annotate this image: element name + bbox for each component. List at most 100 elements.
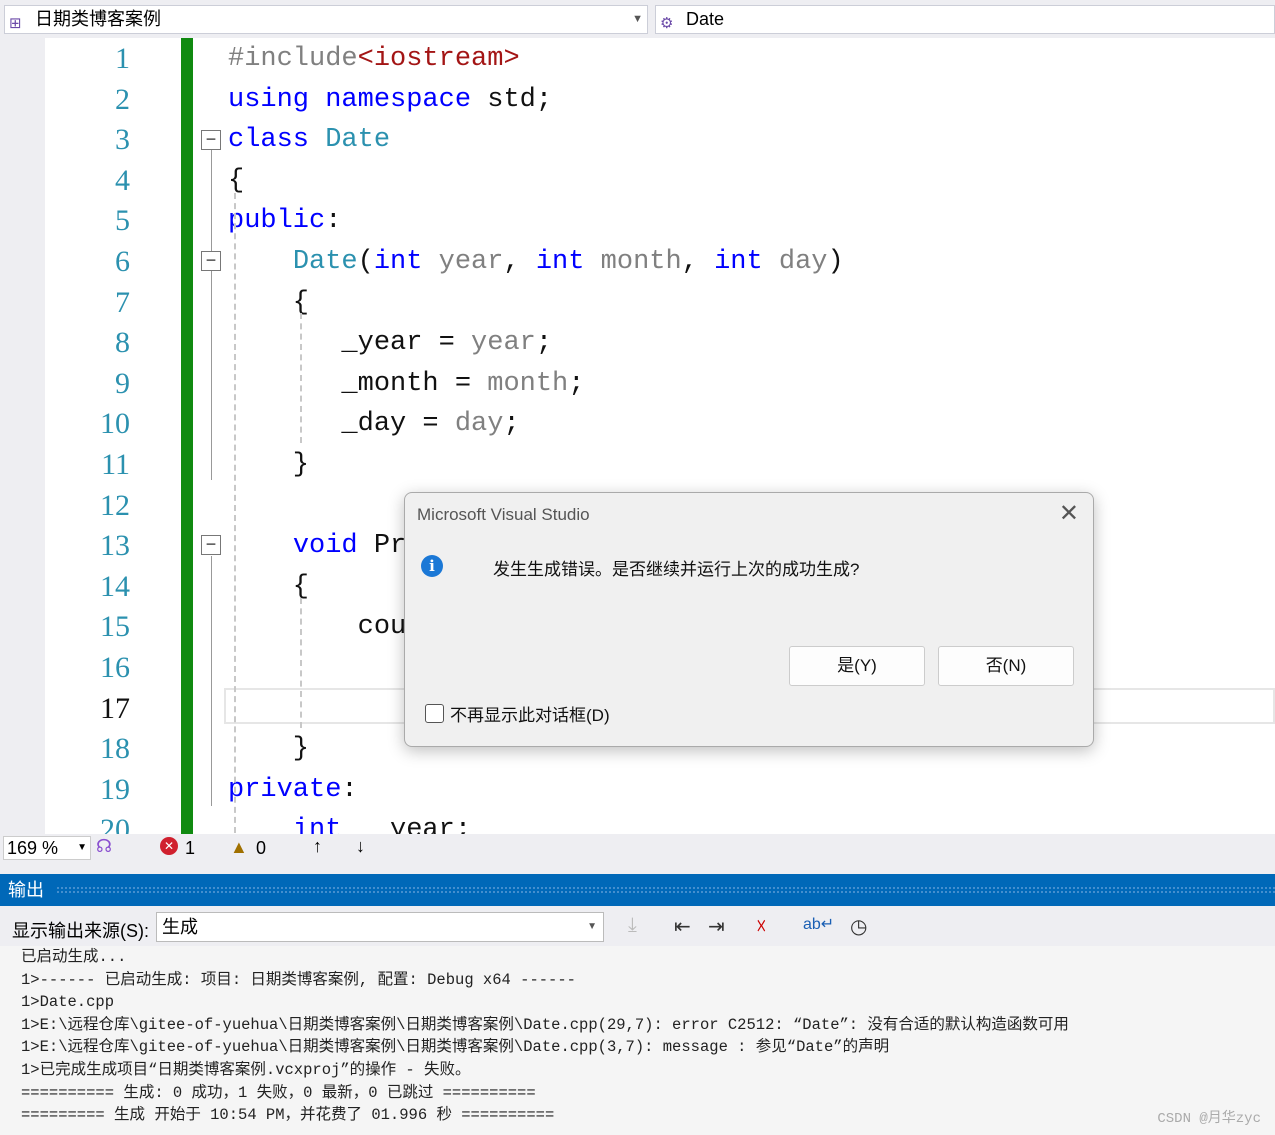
code-token: int [535, 247, 585, 277]
code-token: : [325, 206, 342, 237]
code-token: ; [568, 368, 585, 399]
goto-location-icon[interactable]: ⤓ [628, 914, 637, 937]
code-token: private [228, 774, 342, 805]
checkbox-box[interactable] [425, 704, 444, 723]
next-message-icon[interactable]: ⇥ [708, 914, 725, 939]
code-line[interactable]: _year = year; [228, 328, 552, 358]
line-number: 9 [115, 366, 130, 400]
outline-line [211, 556, 212, 806]
message-dialog: Microsoft Visual Studio ✕ i 发生生成错误。是否继续并… [404, 492, 1094, 747]
code-token: , [681, 247, 715, 277]
word-wrap-icon[interactable]: ab↵ [803, 914, 834, 934]
arrow-up-icon[interactable]: ↑ [313, 836, 322, 857]
code-line[interactable]: cou [228, 612, 407, 643]
code-line[interactable]: { [228, 288, 309, 318]
no-button[interactable]: 否(N) [938, 646, 1074, 686]
project-dropdown[interactable]: ⊞ 日期类博客案例 ▼ [4, 5, 648, 34]
code-token: } [228, 450, 310, 480]
code-line[interactable]: _month = month; [228, 369, 584, 399]
code-token: cou [228, 612, 407, 643]
yes-button[interactable]: 是(Y) [789, 646, 925, 686]
code-token: void [292, 531, 358, 562]
collapse-toggle[interactable]: − [201, 130, 221, 150]
indent-guide [300, 313, 302, 443]
code-token: _year; [341, 815, 472, 834]
code-line[interactable]: } [228, 450, 309, 480]
code-line[interactable]: using namespace std; [228, 85, 552, 115]
code-line[interactable]: void Pr [228, 531, 406, 561]
error-icon[interactable]: ✕ [160, 837, 178, 855]
line-number: 18 [100, 732, 130, 766]
code-line[interactable]: _day = day; [228, 409, 520, 440]
code-line[interactable]: public: [228, 206, 341, 236]
code-token: int [714, 247, 763, 277]
output-panel-title: 输出 [0, 874, 1275, 906]
code-token: public [228, 206, 326, 237]
indent-guide [300, 598, 302, 728]
previous-message-icon[interactable]: ⇤ [674, 914, 691, 939]
code-token: std; [471, 84, 553, 115]
line-number: 12 [100, 488, 130, 522]
code-line[interactable]: { [228, 166, 244, 196]
code-token: month [600, 247, 682, 277]
code-token: <iostream> [357, 44, 520, 74]
code-token: ) [827, 247, 844, 277]
line-number: 19 [100, 772, 130, 806]
code-line[interactable]: #include<iostream> [228, 44, 520, 74]
warning-icon[interactable]: ▲ [230, 837, 248, 858]
code-token: class [228, 125, 310, 156]
line-number: 20 [100, 813, 130, 834]
output-source-select[interactable]: 生成 ▼ [156, 912, 604, 942]
output-text[interactable]: 已启动生成... 1>------ 已启动生成: 项目: 日期类博客案例, 配置:… [0, 946, 1275, 1135]
outline-line [211, 150, 212, 480]
line-number: 1 [115, 42, 130, 75]
code-line[interactable]: int _year; [228, 815, 471, 834]
collapse-toggle[interactable]: − [201, 535, 221, 555]
code-line[interactable]: { [228, 572, 309, 602]
zoom-dropdown[interactable]: 169 % ▼ [3, 836, 91, 860]
line-number: 14 [100, 569, 130, 603]
code-token: : [341, 774, 358, 805]
output-line: 已启动生成... [21, 948, 127, 966]
collapse-toggle[interactable]: − [201, 251, 221, 271]
code-line[interactable]: } [228, 734, 309, 764]
dont-show-again-checkbox[interactable]: 不再显示此对话框(D) [425, 701, 610, 726]
line-number: 4 [115, 163, 130, 197]
output-line: ========== 生成: 0 成功，1 失败，0 最新，0 已跳过 ====… [21, 1083, 536, 1102]
close-icon[interactable]: ✕ [1059, 499, 1079, 528]
output-line: 1>已完成生成项目“日期类博客案例.vcxproj”的操作 - 失败。 [21, 1060, 471, 1079]
code-token: { [228, 571, 310, 602]
intellicode-icon[interactable]: ☊ [96, 836, 112, 857]
code-line[interactable]: class Date [228, 125, 390, 155]
code-token: Date [325, 125, 391, 156]
code-token: year [471, 328, 536, 359]
code-line[interactable]: private: [228, 775, 358, 805]
code-token: _year = [228, 328, 472, 359]
code-token: _day = [228, 409, 455, 440]
project-icon: ⊞ [9, 15, 22, 32]
change-tracking-bar [181, 38, 193, 834]
member-dropdown[interactable]: ⚙ Date [655, 5, 1275, 34]
line-number: 3 [115, 123, 130, 157]
code-token: month [487, 368, 569, 399]
code-token: year [438, 247, 504, 277]
line-number: 6 [115, 245, 130, 278]
code-token: Date [292, 247, 358, 277]
clear-all-icon[interactable]: ☓ [756, 914, 767, 939]
line-number: 11 [101, 448, 130, 481]
code-token: using [228, 84, 310, 115]
arrow-down-icon[interactable]: ↓ [356, 836, 365, 857]
line-number: 13 [100, 529, 130, 563]
line-number: 17 [100, 691, 130, 725]
navigation-bar: ⊞ 日期类博客案例 ▼ ⚙ Date [0, 0, 1275, 38]
clock-icon[interactable]: ◷ [850, 914, 867, 939]
code-token: int [373, 247, 423, 277]
code-token: ; [503, 409, 520, 440]
line-number: 10 [100, 407, 130, 441]
output-line: 1>Date.cpp [21, 993, 115, 1012]
code-token: #include [228, 44, 358, 74]
code-line[interactable]: Date(int year, int month, int day) [228, 247, 844, 277]
line-number: 7 [115, 285, 130, 319]
